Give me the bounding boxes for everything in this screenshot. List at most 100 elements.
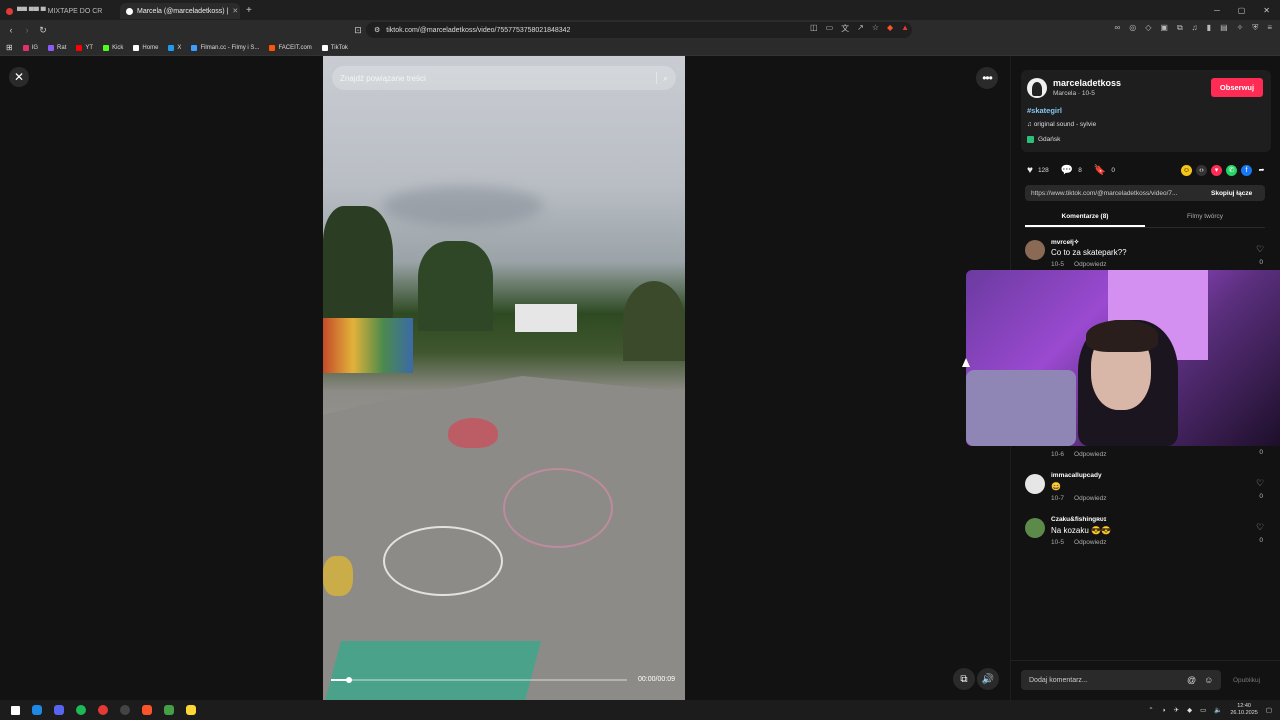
sidebar-icon[interactable]: ▮	[1207, 23, 1211, 33]
related-search-input[interactable]: Znajdź powiązane treści ⌕	[332, 66, 676, 90]
music-icon[interactable]: ♫	[1192, 23, 1198, 33]
leo-icon[interactable]: ✧	[1237, 23, 1244, 33]
taskbar-app[interactable]	[136, 702, 158, 718]
apps-icon[interactable]: ⊞	[6, 43, 13, 52]
mention-icon[interactable]: @	[1187, 675, 1196, 685]
bookmark-x[interactable]: X	[168, 44, 181, 51]
taskbar-app[interactable]	[48, 702, 70, 718]
follow-button[interactable]: Obserwuj	[1211, 78, 1263, 97]
taskbar-app[interactable]	[180, 702, 202, 718]
commenter-name[interactable]: Czaku&fishingʀᴜɪ	[1051, 516, 1106, 523]
bookmark-tiktok[interactable]: TikTok	[321, 44, 348, 51]
comment-like-icon[interactable]: ♡	[1255, 478, 1265, 489]
video-progress-bar[interactable]	[331, 677, 627, 683]
copy-link-button[interactable]: Skopiuj łącze	[1211, 190, 1252, 197]
comment-stat[interactable]: 💬 8	[1061, 165, 1082, 176]
star-icon[interactable]: ☆	[872, 23, 879, 34]
embed-icon[interactable]: ‹›	[1196, 164, 1207, 176]
extension-icon[interactable]: ▣	[1160, 23, 1168, 33]
volume-icon[interactable]: 🔈	[1214, 706, 1222, 714]
new-tab-button[interactable]: +	[240, 5, 258, 16]
tray-icon[interactable]: ✈	[1174, 706, 1179, 714]
commenter-name[interactable]: immacallupcady	[1051, 472, 1102, 479]
share-page-icon[interactable]: ↗	[857, 23, 864, 34]
facebook-icon[interactable]: f	[1241, 164, 1252, 176]
minimize-icon[interactable]: ─	[1214, 6, 1220, 15]
commenter-avatar[interactable]	[1025, 240, 1045, 260]
commenter-avatar[interactable]	[1025, 518, 1045, 538]
more-options-button[interactable]: •••	[976, 67, 998, 89]
tray-icon[interactable]: ◆	[1187, 706, 1192, 714]
taskbar-app[interactable]	[26, 702, 48, 718]
publish-button[interactable]: Opublikuj	[1233, 677, 1260, 684]
bookmark-yt[interactable]: YT	[76, 44, 93, 51]
video-player[interactable]: Znajdź powiązane treści ⌕ 00:00/00:09	[323, 56, 685, 700]
brave-shield-icon[interactable]: ◆	[887, 23, 893, 34]
share-link-text[interactable]: https://www.tiktok.com/@marceladetkoss/v…	[1031, 190, 1205, 197]
like-stat[interactable]: ♥ 128	[1027, 165, 1049, 176]
browser-tab-tiktok[interactable]: Marcela (@marceladetkoss) | ✕	[120, 3, 240, 19]
reply-button[interactable]: Odpowiedz	[1074, 261, 1107, 268]
extensions-icon[interactable]: ⧉	[1177, 23, 1183, 33]
start-icon[interactable]	[4, 702, 26, 718]
tab-comments[interactable]: Komentarze (8)	[1025, 208, 1145, 227]
emoji-share-icon[interactable]: ☺	[1181, 164, 1192, 176]
vpn-icon[interactable]: ⛨	[1252, 23, 1258, 33]
commenter-avatar[interactable]	[1025, 474, 1045, 494]
close-window-icon[interactable]: ✕	[1263, 6, 1270, 15]
bookmark-rat[interactable]: Rat	[48, 44, 66, 51]
progress-handle[interactable]	[345, 677, 352, 683]
hashtag-link[interactable]: #skategirl	[1027, 106, 1062, 115]
volume-button[interactable]: 🔊	[977, 668, 999, 690]
extension-icon[interactable]: ◎	[1129, 23, 1136, 33]
extension-icon[interactable]: ∞	[1115, 23, 1121, 33]
taskbar-app[interactable]	[114, 702, 136, 718]
bookmark-home[interactable]: Home	[133, 44, 158, 51]
comment-like-icon[interactable]: ♡	[1255, 522, 1265, 533]
commenter-name[interactable]: mvrcełj✧	[1051, 238, 1079, 246]
share-icon[interactable]: ➦	[1256, 165, 1267, 176]
save-stat[interactable]: 🔖 0	[1094, 165, 1115, 176]
bookmark-filman[interactable]: Filman.cc - Filmy i S...	[191, 44, 259, 51]
wallet-icon[interactable]: ▤	[1220, 23, 1228, 33]
clock[interactable]: 12:40 26.10.2025	[1230, 703, 1258, 717]
close-video-button[interactable]: ✕	[9, 67, 29, 87]
send-icon[interactable]: ▾	[1211, 164, 1222, 176]
back-icon[interactable]: ‹	[3, 25, 19, 35]
location-link[interactable]: Gdańsk	[1027, 136, 1060, 143]
reload-icon[interactable]: ↻	[35, 25, 51, 36]
comment-like-icon[interactable]: ♡	[1255, 244, 1265, 255]
browser-tab-mixtape[interactable]: ▀▀ ▀▀ ▀ MIXTAPE DO CR	[0, 3, 120, 19]
tab-creator-videos[interactable]: Filmy twórcy	[1145, 208, 1265, 227]
media-icon[interactable]: ◫	[810, 23, 818, 34]
author-avatar[interactable]	[1027, 78, 1047, 98]
bookmark-ig[interactable]: IG	[22, 44, 38, 51]
menu-icon[interactable]: ≡	[1267, 23, 1272, 33]
forward-icon[interactable]: ›	[19, 25, 35, 35]
brave-rewards-icon[interactable]: ▲	[901, 23, 909, 34]
extension-icon[interactable]: ◇	[1145, 23, 1151, 33]
author-username[interactable]: marceladetkoss	[1053, 78, 1121, 88]
site-info-icon[interactable]: ⚙	[374, 26, 380, 34]
chevron-up-icon[interactable]: ⌃	[1148, 706, 1153, 714]
bookmark-icon[interactable]: ⊡	[350, 25, 366, 36]
reply-button[interactable]: Odpowiedz	[1074, 451, 1107, 458]
reply-button[interactable]: Odpowiedz	[1074, 495, 1107, 502]
emoji-icon[interactable]: ☺	[1204, 675, 1213, 685]
whatsapp-icon[interactable]: ✆	[1226, 164, 1237, 176]
tray-icon[interactable]: ◑	[1162, 707, 1166, 714]
bookmark-faceit[interactable]: FACEIT.com	[269, 44, 312, 51]
cast-icon[interactable]: ▭	[826, 23, 834, 34]
sound-link[interactable]: ♫ original sound - sylvie	[1027, 121, 1096, 128]
taskbar-app[interactable]	[70, 702, 92, 718]
reply-button[interactable]: Odpowiedz	[1074, 539, 1107, 546]
maximize-icon[interactable]: ▢	[1238, 6, 1246, 15]
translate-icon[interactable]: 文	[841, 23, 849, 34]
taskbar-app[interactable]	[158, 702, 180, 718]
search-icon[interactable]: ⌕	[663, 73, 668, 84]
notification-icon[interactable]: ▢	[1266, 706, 1272, 714]
taskbar-app[interactable]	[92, 702, 114, 718]
close-tab-icon[interactable]: ✕	[232, 7, 238, 15]
network-icon[interactable]: ▭	[1200, 706, 1206, 714]
bookmark-kick[interactable]: Kick	[103, 44, 123, 51]
